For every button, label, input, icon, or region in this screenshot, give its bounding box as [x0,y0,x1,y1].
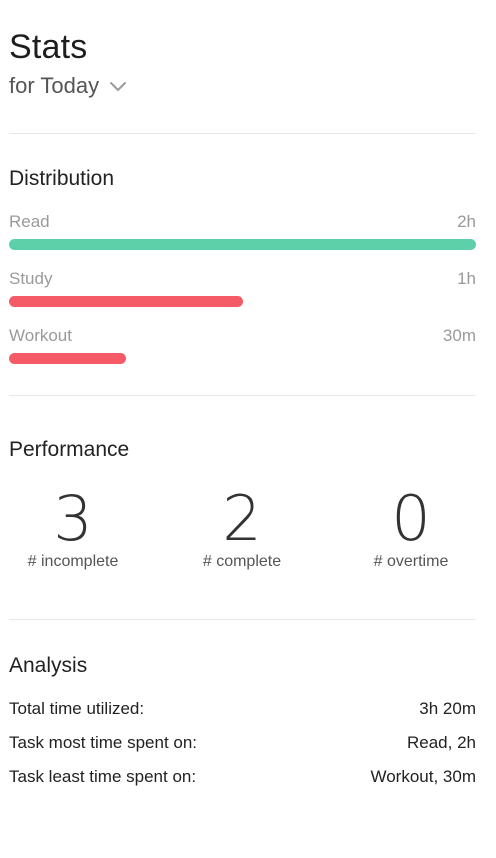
divider [9,395,476,396]
distribution-bar [9,239,476,250]
period-label: for Today [9,73,100,98]
performance-caption: # complete [202,553,282,570]
distribution-row-read: Read 2h [9,212,476,252]
performance-overtime: 0 # overtime [333,486,489,572]
analysis-value: 3h 20m [419,699,476,718]
distribution-track [9,239,476,250]
performance-complete: 2 # complete [164,486,320,572]
distribution-value: 30m [442,326,476,345]
performance-title: Performance [9,438,130,461]
analysis-row-least: Task least time spent on: Workout, 30m [9,766,476,788]
analysis-title: Analysis [9,654,88,677]
performance-caption: # incomplete [27,553,119,570]
performance-number: 3 [53,482,93,555]
distribution-value: 1h [457,269,476,288]
distribution-track [9,353,476,364]
distribution-track [9,296,476,307]
analysis-value: Workout, 30m [370,767,476,786]
divider [9,619,476,620]
distribution-row-workout: Workout 30m [9,326,476,366]
analysis-key: Task least time spent on: [9,767,197,786]
distribution-title: Distribution [9,167,115,190]
performance-incomplete: 3 # incomplete [0,486,151,572]
analysis-value: Read, 2h [407,733,476,752]
chevron-down-icon [110,82,127,91]
performance-number: 2 [222,482,262,555]
performance-number: 0 [391,482,431,555]
distribution-value: 2h [457,212,476,231]
distribution-label: Workout [9,326,72,345]
performance-caption: # overtime [373,553,449,570]
period-selector[interactable]: for Today [9,72,127,100]
analysis-row-most: Task most time spent on: Read, 2h [9,732,476,754]
distribution-label: Study [9,269,53,288]
distribution-label: Read [9,212,50,231]
page-title: Stats [9,28,88,66]
distribution-bar [9,296,243,307]
distribution-bar [9,353,126,364]
analysis-key: Task most time spent on: [9,733,198,752]
distribution-row-study: Study 1h [9,269,476,309]
analysis-row-total: Total time utilized: 3h 20m [9,698,476,720]
analysis-key: Total time utilized: [9,699,145,718]
performance-stats: 3 # incomplete 2 # complete 0 # overtime [9,486,476,586]
divider [9,133,476,134]
